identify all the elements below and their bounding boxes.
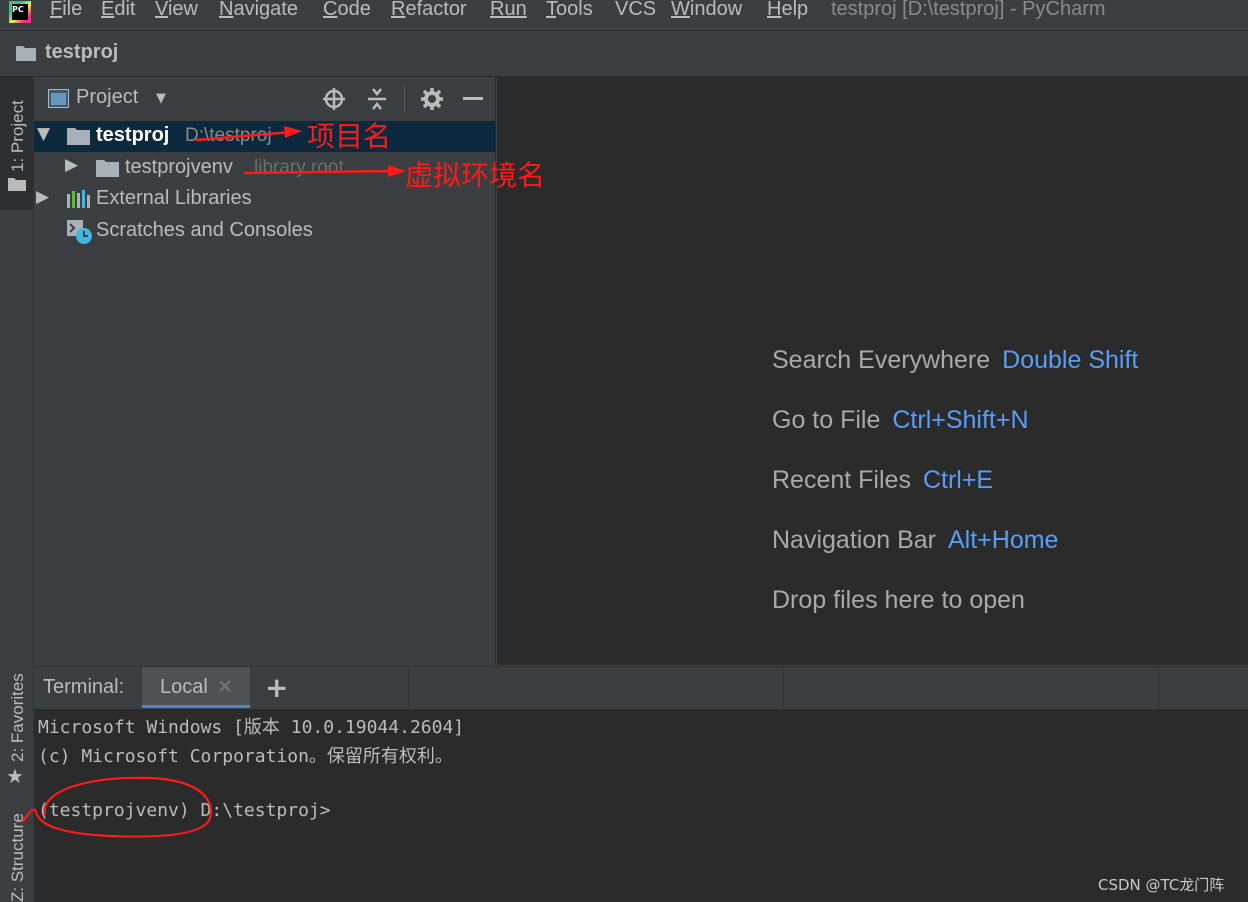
annotation-circle: [21, 776, 212, 838]
annotation-overlay: [21, 126, 406, 838]
annotation-label-venv-name: 虚拟环境名: [405, 159, 546, 192]
watermark: CSDN @TC龙门阵: [1098, 876, 1225, 894]
annotation-arrow-project: [195, 130, 293, 142]
annotation-arrow-venv: [243, 169, 397, 175]
annotation-label-project-name: 项目名: [307, 120, 392, 153]
annotation-arrowhead: [388, 165, 406, 177]
annotation-arrowhead: [284, 126, 302, 138]
